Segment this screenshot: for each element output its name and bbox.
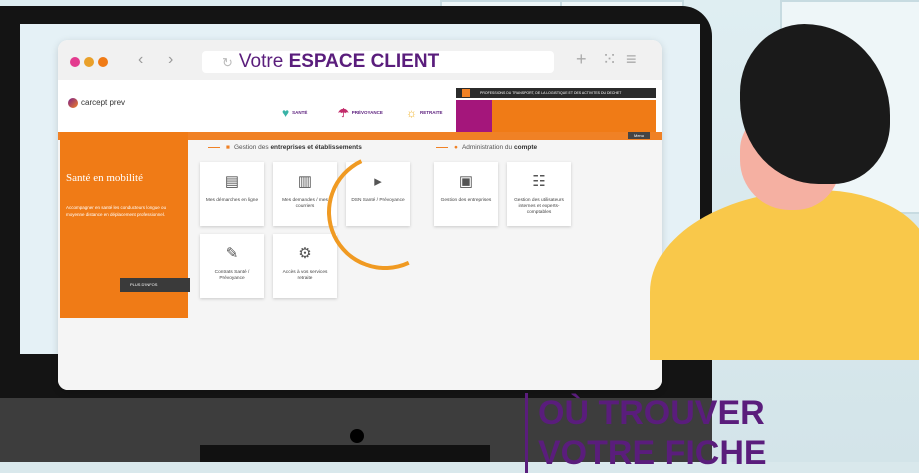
camera-dot — [350, 429, 364, 443]
tile-retraite[interactable]: ⚙ Accès à vos services retraite — [273, 234, 337, 298]
reload-icon[interactable]: ↻ — [222, 55, 233, 70]
tile-label: Gestion des entreprises — [440, 198, 492, 203]
umbrella-icon: ☂ — [338, 106, 349, 120]
chevron-right-icon[interactable]: › — [168, 51, 173, 69]
headline-line-2: VOTRE FICHE — [538, 434, 767, 472]
menu-label: PRÉVOYANCE — [351, 110, 383, 116]
tile-entreprises[interactable]: ▣ Gestion des entreprises — [434, 162, 498, 226]
maximize-dot[interactable] — [98, 57, 108, 67]
headline-line-1: OÙ TROUVER — [538, 394, 765, 432]
tile-label: Contrats Santé / Prévoyance — [214, 270, 250, 281]
site-header: carcept prev ♥ SANTÉ ☂ PRÉVOYANCE ☼ RETRAIT… — [58, 80, 662, 132]
menu-prevoyance[interactable]: ☂ PRÉVOYANCE — [338, 106, 383, 120]
address-bar[interactable]: ↻ Votre ESPACE CLIENT — [202, 51, 554, 73]
section-compte: ● Administration du compte — [436, 144, 537, 151]
heart-icon: ♥ — [282, 106, 290, 120]
person-body — [650, 190, 919, 360]
plus-infos-button[interactable]: PLUS D'INFOS — [120, 278, 190, 292]
new-tab-icon[interactable]: + — [576, 49, 587, 70]
users-icon: ☷ — [532, 173, 546, 190]
strip-icon — [462, 89, 470, 97]
promo-text: Accompagner en santé les conducteurs lon… — [66, 205, 167, 217]
browser-toolbar: ‹ › ↻ Votre ESPACE CLIENT + ⁙ ≡ — [58, 40, 662, 80]
section-line — [208, 146, 220, 148]
section-emphasis: entreprises et établissements — [270, 144, 362, 151]
promo-sidebar: Santé en mobilité Accompagner en santé l… — [60, 132, 190, 318]
tile-demarches[interactable]: ▤ Mes démarches en ligne — [200, 162, 264, 226]
section-emphasis: compte — [513, 144, 538, 151]
minimize-dot[interactable] — [84, 57, 94, 67]
tile-label: Gestion des utilisateurs internes et exp… — [514, 198, 564, 215]
section-prefix: Administration du — [461, 144, 513, 151]
tile-utilisateurs[interactable]: ☷ Gestion des utilisateurs internes et ex… — [507, 162, 571, 226]
chevron-left-icon[interactable]: ‹ — [138, 51, 143, 69]
tile-label: Accès à vos services retraite — [282, 270, 328, 281]
site-logo[interactable]: carcept prev — [68, 98, 125, 108]
user-icon: ● — [454, 144, 458, 151]
network-icon: ⚙ — [298, 245, 312, 262]
folder-icon: ■ — [226, 144, 230, 151]
section-entreprises: ■ Gestion des entreprises et établissemen… — [208, 144, 362, 151]
logo-text: carcept prev — [81, 98, 126, 108]
menu-label: SANTÉ — [292, 110, 308, 116]
sun-icon: ☼ — [406, 106, 417, 120]
mail-button[interactable] — [456, 100, 492, 132]
promo-title: Santé en mobilité — [66, 172, 143, 184]
url-prefix: Votre — [238, 51, 284, 72]
documents-icon: ▥ — [297, 173, 313, 190]
computer-icon: ▤ — [224, 173, 240, 190]
tile-label: Mes démarches en ligne — [205, 198, 259, 203]
logo-mark-icon — [68, 98, 78, 108]
person-illustration — [590, 0, 919, 360]
headline: OÙ TROUVER VOTRE FICHE — [525, 393, 767, 473]
monitor-stand — [200, 445, 490, 462]
url-emphasis: ESPACE CLIENT — [288, 51, 440, 72]
menu-sante[interactable]: ♥ SANTÉ — [282, 106, 307, 120]
close-dot[interactable] — [70, 57, 80, 67]
tile-contrats[interactable]: ✎ Contrats Santé / Prévoyance — [200, 234, 264, 298]
section-prefix: Gestion des — [233, 144, 269, 151]
calendar-button[interactable] — [492, 100, 528, 132]
pen-icon: ✎ — [225, 245, 239, 262]
building-icon: ▣ — [458, 173, 474, 190]
menu-label: RETRAITE — [420, 110, 443, 116]
menu-retraite[interactable]: ☼ RETRAITE — [406, 106, 443, 120]
section-line — [436, 146, 448, 148]
